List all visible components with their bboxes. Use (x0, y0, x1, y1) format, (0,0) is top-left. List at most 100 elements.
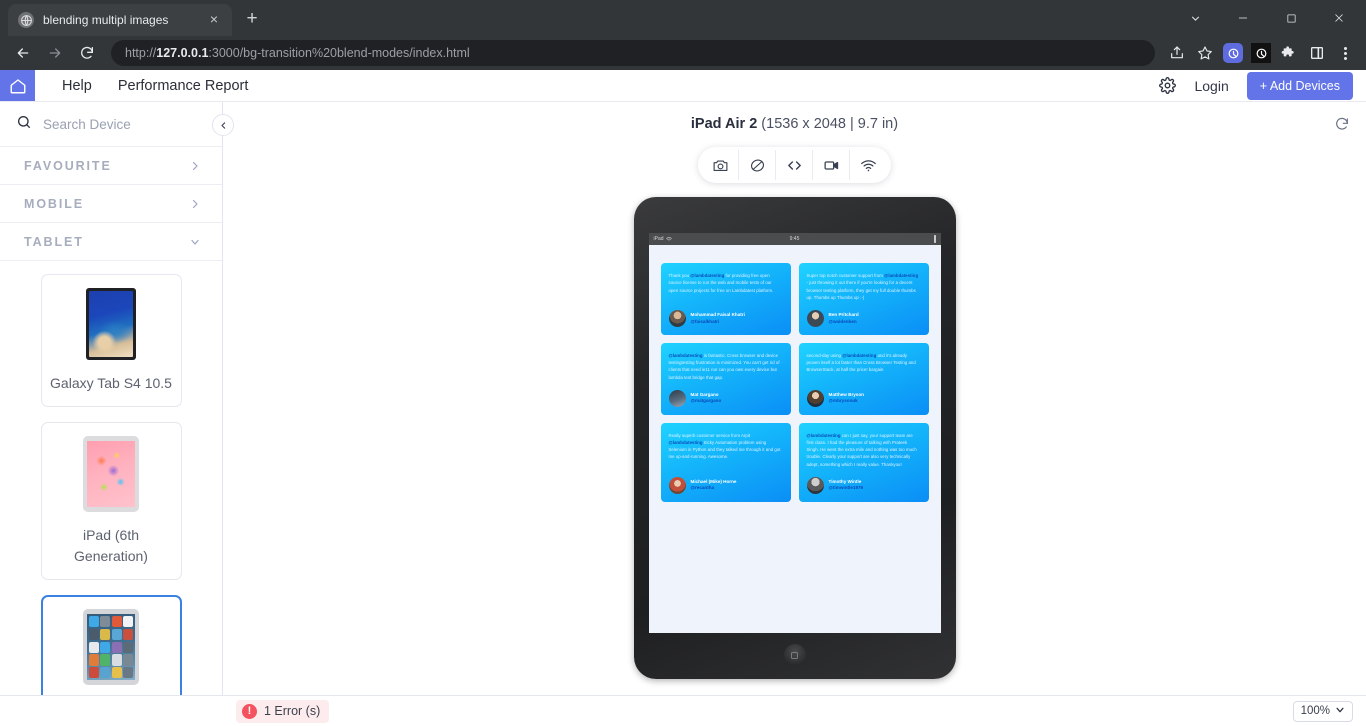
close-icon[interactable]: × (206, 12, 222, 28)
testimonial-author-handle: @matgargano (690, 398, 722, 404)
testimonial-author-handle: @recantha (690, 485, 715, 491)
home-icon[interactable] (0, 70, 35, 102)
browser-tab[interactable]: blending multipl images × (8, 4, 232, 36)
app-icon (111, 667, 122, 679)
app-icon (111, 654, 122, 666)
app-icon (89, 616, 99, 628)
testimonial-mention: @lambdatesting (806, 432, 841, 438)
status-badge: 1 Error (s) (264, 704, 321, 718)
app-icon (123, 616, 133, 628)
app-icon (123, 667, 133, 679)
testimonial-card: Thank you @lambdatesting for providing f… (660, 263, 791, 336)
browser-tab-title: blending multipl images (43, 13, 169, 27)
device-viewer: iPad Air 2 (1536 x 2048 | 9.7 in) iPad 9… (212, 102, 1366, 695)
extensions-puzzle-icon[interactable] (1276, 40, 1302, 66)
zoom-level-select[interactable]: 100% (1292, 700, 1353, 722)
avatar (806, 389, 824, 407)
maximize-button[interactable] (1268, 2, 1314, 34)
address-bar-url: http://127.0.0.1:3000/bg-transition%20bl… (125, 46, 470, 60)
testimonial-author-handle: @faisalkhatri (690, 318, 720, 324)
testimonial-author-handle: @timwintle1979 (828, 485, 864, 491)
avatar (668, 476, 686, 494)
back-button[interactable] (8, 39, 38, 67)
login-button[interactable]: Login (1194, 78, 1228, 94)
testimonial-text-segment: Really superb customer service from Arpi… (668, 432, 751, 438)
globe-icon (18, 12, 34, 28)
testimonial-author-name: Mohammad Faisal Khatri (690, 312, 745, 318)
app-status-bar: ! 1 Error (s) 100% (0, 695, 1366, 726)
app-body: FAVOURITE MOBILE TABLET (0, 102, 1366, 695)
extension-badge-purple (1223, 43, 1243, 63)
app-icon (123, 654, 133, 666)
nav-item-help[interactable]: Help (62, 78, 92, 94)
testimonial-author-name: Ben Pritchard (828, 312, 859, 318)
app-icon (89, 641, 99, 653)
browser-tab-strip: blending multipl images × + (0, 0, 1366, 36)
search-input[interactable] (43, 116, 206, 132)
testimonial-author: Ben Pritchard @waldenben (806, 310, 921, 328)
extension-dark-icon[interactable] (1248, 40, 1274, 66)
gear-icon[interactable] (1159, 77, 1177, 95)
sidebar-category-tablet[interactable]: TABLET (0, 223, 222, 262)
app-icon (100, 628, 111, 641)
ipad-screen[interactable]: iPad 9:45 Thank you @lambdatesting for p… (648, 233, 941, 634)
code-icon[interactable] (776, 150, 813, 181)
device-card-ipad-air-2[interactable]: iPad Air 2 (40, 595, 182, 695)
camera-icon[interactable] (702, 150, 739, 181)
address-bar[interactable]: http://127.0.0.1:3000/bg-transition%20bl… (111, 40, 1155, 66)
chrome-menu-icon[interactable] (1332, 40, 1358, 66)
testimonial-text: second-day using @lambdatesting and it's… (807, 352, 921, 381)
error-badge[interactable]: ! 1 Error (s) (236, 699, 330, 723)
avatar (668, 389, 686, 407)
device-action-bar (698, 147, 891, 184)
refresh-icon[interactable] (1332, 114, 1352, 134)
kebab-dots (1343, 46, 1347, 60)
slash-circle-icon[interactable] (739, 150, 776, 181)
extension-badge-dark (1251, 43, 1271, 63)
chevron-right-icon (189, 160, 201, 172)
bookmark-star-icon[interactable] (1192, 40, 1218, 66)
testimonial-grid: Thank you @lambdatesting for providing f… (649, 245, 941, 520)
device-stage: iPad 9:45 Thank you @lambdatesting for p… (223, 183, 1366, 695)
sidebar-category-mobile[interactable]: MOBILE (0, 185, 222, 224)
device-thumbnail (86, 288, 136, 361)
device-card-galaxy-tab-s4[interactable]: Galaxy Tab S4 10.5 (40, 274, 182, 408)
sidebar-collapse-button[interactable] (212, 114, 234, 137)
app-icon (123, 628, 133, 641)
testimonial-author: Mohammad Faisal Khatri @faisalkhatri (668, 310, 783, 328)
ipad-home-button[interactable] (783, 644, 806, 667)
viewer-device-name: iPad Air 2 (690, 116, 758, 133)
nav-item-performance-report[interactable]: Performance Report (118, 78, 249, 94)
reload-button[interactable] (72, 39, 102, 67)
app-nav: Help Performance Report (35, 70, 248, 101)
testimonial-card: @lambdatesting can I just say, your supp… (798, 422, 929, 502)
testimonial-card: second-day using @lambdatesting and it's… (798, 343, 929, 415)
category-label: TABLET (24, 234, 84, 249)
chevron-down-icon[interactable] (1172, 2, 1218, 34)
share-icon[interactable] (1164, 40, 1190, 66)
device-list[interactable]: Galaxy Tab S4 10.5 iPad (6th Generation)… (0, 261, 222, 695)
new-tab-button[interactable]: + (238, 6, 266, 34)
avatar (668, 310, 686, 328)
testimonial-text-segment: second-day using (806, 353, 843, 359)
forward-button[interactable] (40, 39, 70, 67)
testimonial-card: Super top notch customer support from @l… (798, 263, 929, 336)
minimize-button[interactable] (1220, 2, 1266, 34)
add-devices-button[interactable]: + Add Devices (1246, 71, 1353, 100)
app-icon (100, 616, 111, 628)
sidebar-category-favourite[interactable]: FAVOURITE (0, 147, 222, 186)
sidepanel-icon[interactable] (1304, 40, 1330, 66)
video-icon[interactable] (813, 150, 850, 181)
device-card-ipad-6th-generation[interactable]: iPad (6th Generation) (40, 422, 182, 581)
search-row (0, 102, 222, 148)
lambdatest-app: Help Performance Report Login + Add Devi… (0, 70, 1366, 726)
testimonial-author-handle: @mbrysonuk (828, 398, 858, 404)
wifi-icon[interactable] (850, 150, 887, 180)
extension-lambdatest-icon[interactable] (1220, 40, 1246, 66)
device-card-label: Galaxy Tab S4 10.5 (50, 375, 172, 392)
testimonial-text: Thank you @lambdatesting for providing f… (669, 272, 783, 301)
window-close-button[interactable] (1316, 2, 1362, 34)
chevron-down-icon (189, 236, 201, 248)
app-header: Help Performance Report Login + Add Devi… (0, 70, 1366, 103)
app-icon (111, 616, 122, 628)
